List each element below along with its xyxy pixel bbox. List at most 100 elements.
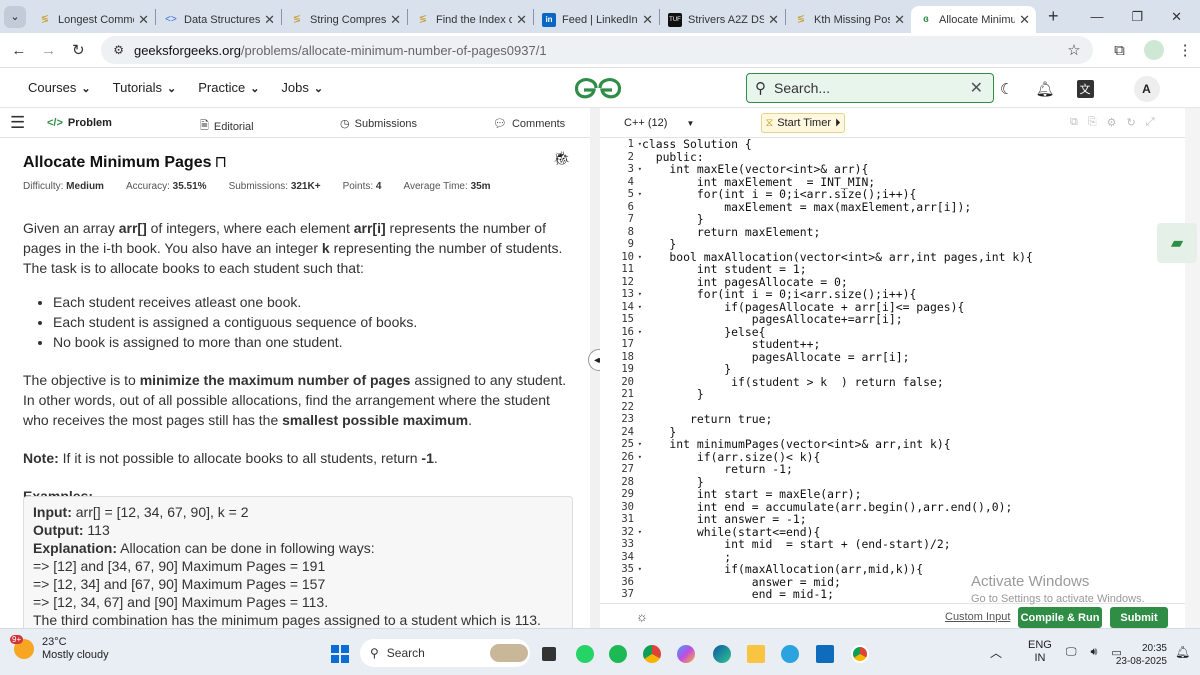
tab-problem[interactable]: </> Problem: [47, 117, 112, 129]
line-number-text: 24: [621, 425, 634, 438]
weather-widget[interactable]: 9+ 23°C Mostly cloudy: [10, 635, 109, 662]
upload-icon[interactable]: ⎘: [1088, 116, 1097, 129]
reset-icon[interactable]: ↻: [1127, 116, 1136, 129]
line-number-text: 26: [621, 450, 634, 463]
text-bold: minimize the maximum number of pages: [139, 372, 411, 388]
close-icon[interactable]: ✕: [516, 12, 527, 28]
code-area[interactable]: class Solution { public: int maxEle(vect…: [642, 138, 1033, 601]
close-icon[interactable]: ✕: [1019, 12, 1030, 28]
notification-bell-icon[interactable]: 🔔︎: [1035, 80, 1054, 98]
tab-comments[interactable]: 💬︎ Comments: [493, 117, 565, 131]
meta-label: Accuracy:: [125, 181, 170, 192]
bookmark-star-icon[interactable]: ☆: [1067, 41, 1080, 59]
language-select[interactable]: C++ (12) ▼: [624, 117, 694, 129]
clock[interactable]: 20:35 23-08-2025: [1113, 642, 1167, 668]
line-number: 5 ▾: [600, 188, 642, 201]
line-number: 28: [600, 476, 640, 489]
line-number: 11: [600, 263, 640, 276]
close-icon[interactable]: ✕: [390, 12, 401, 28]
submit-button[interactable]: Submit: [1110, 607, 1168, 628]
lightbulb-icon[interactable]: ☼: [636, 609, 648, 624]
reload-icon[interactable]: ↻: [63, 41, 93, 59]
dark-mode-icon[interactable]: ☾: [1000, 80, 1013, 98]
browser-tab-5[interactable]: in Feed | LinkedIn ✕: [534, 7, 659, 33]
telegram-icon[interactable]: [781, 645, 799, 663]
code-editor[interactable]: 1 ▾ 2 3 ▾ 4 5 ▾ 6 7 8 9 10 ▾ 11 12 13 ▾ 14 ▾ 15 16 ▾ 17 18 19 20 21…: [600, 138, 1185, 603]
code-icon: </>: [47, 117, 63, 129]
edge-icon[interactable]: [713, 645, 731, 663]
restore-icon[interactable]: ❐: [1131, 9, 1143, 25]
copy-icon[interactable]: ⧉: [1070, 116, 1078, 129]
network-icon[interactable]: 🖵︎: [1066, 646, 1077, 659]
close-icon[interactable]: ✕: [768, 12, 779, 28]
copilot-icon[interactable]: [677, 645, 695, 663]
line-number: 12: [600, 276, 640, 289]
spotify-icon[interactable]: [609, 645, 627, 663]
line-number-text: 6: [627, 200, 634, 213]
browser-tab-4[interactable]: ≶ Find the Index of ✕: [408, 7, 533, 33]
start-timer-button[interactable]: ⧖ Start Timer ⏵: [761, 113, 845, 133]
url-field[interactable]: ⚙ geeksforgeeks.org/problems/allocate-mi…: [101, 36, 1093, 64]
browser-tab-active[interactable]: ɞ Allocate Minimu ✕: [911, 6, 1036, 33]
tab-title: Data Structures &: [184, 13, 261, 26]
meta-submissions: Submissions: 321K+: [229, 181, 321, 192]
notifications-icon[interactable]: 🔔︎: [1175, 645, 1190, 659]
page-scrollbar[interactable]: [1185, 108, 1200, 628]
tab-submissions[interactable]: ◷ Submissions: [340, 117, 417, 131]
browser-tab-2[interactable]: <> Data Structures &✕: [156, 7, 281, 33]
line-number-text: 1: [627, 138, 634, 150]
file-explorer-icon[interactable]: [747, 645, 765, 663]
close-icon[interactable]: ✕: [264, 12, 275, 28]
windows-start-icon[interactable]: [331, 645, 349, 663]
close-window-icon[interactable]: ✕: [1171, 9, 1182, 25]
gfg-logo[interactable]: [572, 76, 624, 100]
avatar[interactable]: A: [1133, 76, 1160, 102]
fullscreen-icon[interactable]: ⤢: [1146, 116, 1155, 129]
site-search-input[interactable]: ⚲ Search... ✕: [746, 73, 994, 103]
clear-search-icon[interactable]: ✕: [970, 78, 983, 98]
browser-tab-7[interactable]: ≶ Kth Missing Posi ✕: [786, 7, 911, 33]
custom-input-link[interactable]: Custom Input: [945, 611, 1010, 623]
tab-list-button[interactable]: ⌄: [0, 0, 30, 33]
settings-icon[interactable]: ⚙: [1107, 116, 1117, 129]
browser-tab-6[interactable]: TUF Strivers A2Z DSA✕: [660, 7, 785, 33]
compile-run-button[interactable]: Compile & Run: [1018, 607, 1102, 628]
nav-tutorials[interactable]: Tutorials ⌄: [113, 80, 177, 95]
extensions-icon[interactable]: ⧉: [1105, 42, 1135, 59]
back-icon[interactable]: ←: [4, 42, 34, 59]
chat-icon[interactable]: ▰: [1157, 223, 1197, 263]
volume-icon[interactable]: 🔊︎: [1090, 646, 1097, 659]
translate-icon[interactable]: 文: [1076, 80, 1094, 98]
store-icon[interactable]: [816, 645, 834, 663]
site-info-icon[interactable]: ⚙: [113, 43, 124, 57]
language-indicator[interactable]: ENG IN: [1028, 639, 1052, 665]
line-gutter: 1 ▾ 2 3 ▾ 4 5 ▾ 6 7 8 9 10 ▾ 11 12 13 ▾ 14 ▾ 15 16 ▾ 17 18 19 20 21…: [600, 138, 642, 603]
sidebar-menu-icon[interactable]: ☰: [10, 113, 25, 133]
browser-tab-1[interactable]: ≶ Longest Commo ✕: [30, 7, 155, 33]
chevron-up-icon[interactable]: ︿: [990, 644, 1002, 661]
chrome-icon[interactable]: [643, 645, 661, 663]
chrome-active-icon[interactable]: [851, 645, 869, 663]
more-menu-icon[interactable]: ⋮: [1170, 41, 1200, 59]
close-icon[interactable]: ✕: [138, 12, 149, 28]
line-number-text: 28: [621, 475, 634, 488]
close-icon[interactable]: ✕: [642, 12, 653, 28]
close-icon[interactable]: ✕: [894, 12, 905, 28]
minimize-icon[interactable]: —: [1090, 9, 1103, 25]
nav-jobs[interactable]: Jobs ⌄: [281, 80, 323, 95]
report-bug-icon[interactable]: 🐞︎: [553, 150, 571, 167]
meta-value: 321K+: [290, 181, 321, 192]
nav-practice[interactable]: Practice ⌄: [198, 80, 259, 95]
example-line: => [12] and [34, 67, 90] Maximum Pages =…: [33, 558, 326, 574]
task-view-icon[interactable]: [542, 647, 556, 661]
taskbar-search[interactable]: ⚲ Search: [360, 639, 530, 667]
tab-editorial[interactable]: 🗎︎ Editorial: [200, 117, 254, 136]
nav-courses[interactable]: Courses ⌄: [28, 80, 91, 95]
forward-icon[interactable]: →: [34, 42, 64, 59]
new-tab-icon[interactable]: +: [1048, 6, 1059, 27]
bookmark-icon[interactable]: ⊓: [215, 154, 227, 171]
profile-icon[interactable]: [1144, 40, 1165, 60]
browser-tab-3[interactable]: ≶ String Compress ✕: [282, 7, 407, 33]
chevron-down-icon: ⌄: [81, 83, 91, 95]
whatsapp-icon[interactable]: [576, 645, 594, 663]
